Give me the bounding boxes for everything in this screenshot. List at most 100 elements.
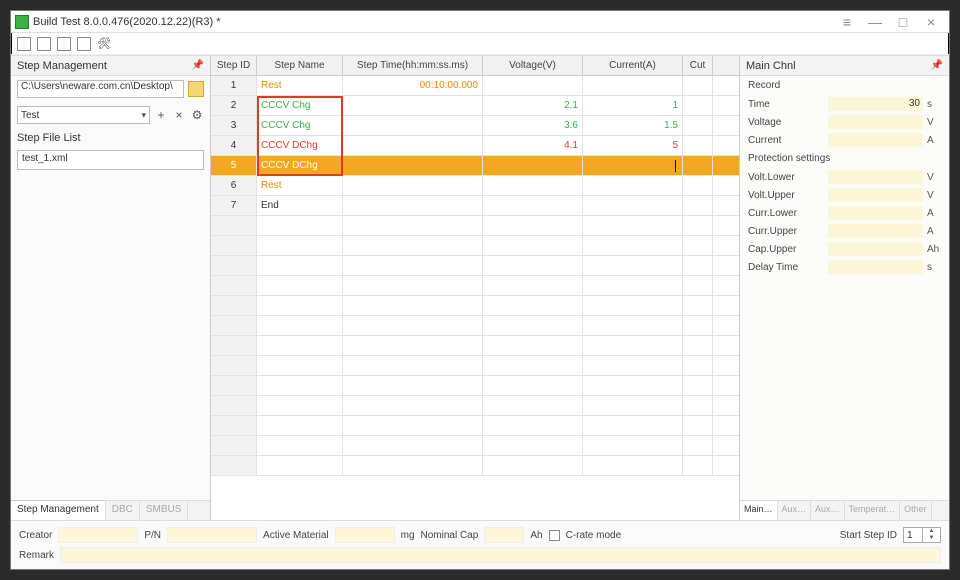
- cell-current[interactable]: 1.5: [583, 116, 683, 135]
- volt-lower-input[interactable]: [828, 170, 923, 184]
- cell-cut[interactable]: [683, 76, 713, 95]
- save-icon[interactable]: [57, 37, 71, 51]
- cell-step-time[interactable]: [343, 196, 483, 215]
- maximize-button[interactable]: □: [889, 15, 917, 29]
- tab-smbus[interactable]: SMBUS: [140, 501, 189, 520]
- table-row[interactable]: [211, 436, 739, 456]
- cell-step-name[interactable]: CCCV DChg: [257, 156, 343, 175]
- cell-voltage[interactable]: 3.6: [483, 116, 583, 135]
- cell-step-name[interactable]: CCCV Chg: [257, 96, 343, 115]
- table-row[interactable]: [211, 216, 739, 236]
- cell-step-time[interactable]: [343, 116, 483, 135]
- cell-step-name[interactable]: CCCV Chg: [257, 116, 343, 135]
- active-material-input[interactable]: [335, 527, 395, 543]
- cell-cut[interactable]: [683, 156, 713, 175]
- cell-voltage[interactable]: [483, 156, 583, 175]
- delay-time-input[interactable]: [828, 260, 923, 274]
- cell-voltage[interactable]: 2.1: [483, 96, 583, 115]
- curr-upper-input[interactable]: [828, 224, 923, 238]
- time-input[interactable]: 30: [828, 97, 923, 111]
- col-step-time[interactable]: Step Time(hh:mm:ss.ms): [343, 56, 483, 75]
- table-row[interactable]: 6Rest: [211, 176, 739, 196]
- table-row[interactable]: [211, 376, 739, 396]
- col-step-name[interactable]: Step Name: [257, 56, 343, 75]
- remove-button[interactable]: ×: [172, 108, 186, 122]
- table-row[interactable]: [211, 356, 739, 376]
- tab-dbc[interactable]: DBC: [106, 501, 140, 520]
- volt-upper-input[interactable]: [828, 188, 923, 202]
- table-row[interactable]: 1Rest00:10:00.000: [211, 76, 739, 96]
- start-step-id-spinner[interactable]: 1 ▲▼: [903, 527, 941, 543]
- cell-voltage[interactable]: [483, 196, 583, 215]
- cell-current[interactable]: 1: [583, 96, 683, 115]
- cell-voltage[interactable]: [483, 176, 583, 195]
- pin-icon[interactable]: 📌: [931, 60, 943, 71]
- table-row[interactable]: [211, 456, 739, 476]
- tab-other[interactable]: Other: [900, 501, 932, 520]
- cap-upper-input[interactable]: [828, 242, 923, 256]
- cell-current[interactable]: [583, 176, 683, 195]
- crate-mode-checkbox[interactable]: [549, 530, 560, 541]
- profile-combo[interactable]: Test ▾: [17, 106, 150, 124]
- cell-step-time[interactable]: [343, 136, 483, 155]
- minimize-button[interactable]: —: [861, 15, 889, 29]
- table-row[interactable]: [211, 316, 739, 336]
- nominal-cap-input[interactable]: [484, 527, 524, 543]
- table-row[interactable]: 4CCCV DChg4.15: [211, 136, 739, 156]
- close-button[interactable]: ×: [917, 15, 945, 29]
- pn-input[interactable]: [167, 527, 257, 543]
- cell-current[interactable]: 5: [583, 136, 683, 155]
- col-voltage[interactable]: Voltage(V): [483, 56, 583, 75]
- tab-aux1[interactable]: Aux…: [778, 501, 812, 520]
- table-row[interactable]: [211, 396, 739, 416]
- add-button[interactable]: +: [154, 108, 168, 122]
- cell-cut[interactable]: [683, 96, 713, 115]
- col-step-id[interactable]: Step ID: [211, 56, 257, 75]
- cell-step-time[interactable]: [343, 176, 483, 195]
- voltage-input[interactable]: [828, 115, 923, 129]
- table-row[interactable]: [211, 296, 739, 316]
- file-list-item[interactable]: test_1.xml: [17, 150, 204, 170]
- cell-current[interactable]: [583, 76, 683, 95]
- cell-current[interactable]: [583, 196, 683, 215]
- tab-main[interactable]: Main…: [740, 501, 778, 520]
- cell-step-name[interactable]: CCCV DChg: [257, 136, 343, 155]
- cell-current[interactable]: [583, 156, 683, 175]
- col-current[interactable]: Current(A): [583, 56, 683, 75]
- cell-cut[interactable]: [683, 136, 713, 155]
- cell-voltage[interactable]: [483, 76, 583, 95]
- cell-cut[interactable]: [683, 116, 713, 135]
- curr-lower-input[interactable]: [828, 206, 923, 220]
- table-row[interactable]: [211, 276, 739, 296]
- col-cut[interactable]: Cut: [683, 56, 713, 75]
- grid-body[interactable]: 1Rest00:10:00.0002CCCV Chg2.113CCCV Chg3…: [211, 76, 739, 520]
- cell-voltage[interactable]: 4.1: [483, 136, 583, 155]
- cell-step-time[interactable]: 00:10:00.000: [343, 76, 483, 95]
- table-row[interactable]: [211, 256, 739, 276]
- open-file-icon[interactable]: [37, 37, 51, 51]
- current-input[interactable]: [828, 133, 923, 147]
- save-all-icon[interactable]: [77, 37, 91, 51]
- table-row[interactable]: 3CCCV Chg3.61.5: [211, 116, 739, 136]
- settings-icon[interactable]: ≡: [833, 15, 861, 29]
- pin-icon[interactable]: 📌: [192, 60, 204, 71]
- tab-temperature[interactable]: Temperat…: [845, 501, 901, 520]
- table-row[interactable]: 5CCCV DChg: [211, 156, 739, 176]
- path-input[interactable]: C:\Users\neware.com.cn\Desktop\: [17, 80, 184, 98]
- cell-step-name[interactable]: End: [257, 196, 343, 215]
- table-row[interactable]: [211, 236, 739, 256]
- table-row[interactable]: 2CCCV Chg2.11: [211, 96, 739, 116]
- tools-icon[interactable]: 🛠: [97, 37, 111, 51]
- new-file-icon[interactable]: [17, 37, 31, 51]
- browse-folder-icon[interactable]: [188, 81, 204, 97]
- tab-aux2[interactable]: Aux…: [811, 501, 845, 520]
- cell-step-name[interactable]: Rest: [257, 76, 343, 95]
- cell-step-name[interactable]: Rest: [257, 176, 343, 195]
- cell-cut[interactable]: [683, 196, 713, 215]
- cell-step-time[interactable]: [343, 96, 483, 115]
- cell-cut[interactable]: [683, 176, 713, 195]
- table-row[interactable]: [211, 336, 739, 356]
- table-row[interactable]: [211, 416, 739, 436]
- tab-step-management[interactable]: Step Management: [11, 500, 106, 520]
- cell-step-time[interactable]: [343, 156, 483, 175]
